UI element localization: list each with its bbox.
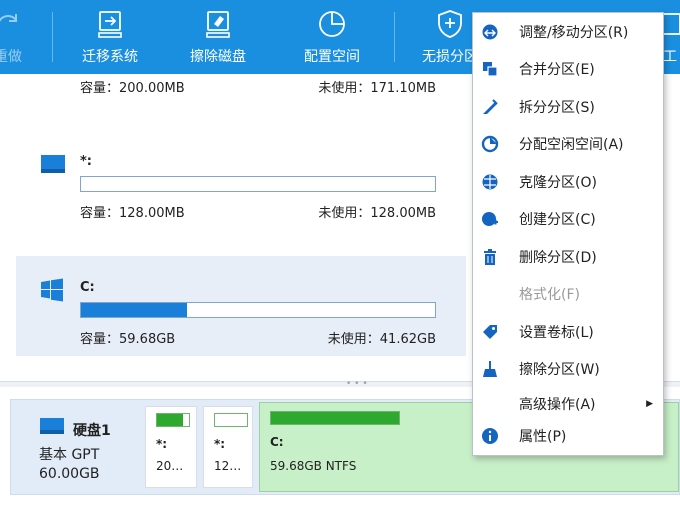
menu-item-clone[interactable]: 克隆分区(O) [473, 165, 663, 199]
menu-item-label: 高级操作(A) [519, 397, 596, 413]
hard-disk-icon [40, 418, 64, 434]
menu-item-label: 设置卷标(L) [519, 325, 594, 341]
menu-item-label: 分配空闲空间(A) [519, 137, 624, 153]
toolbar-separator [52, 12, 53, 62]
toolbar-separator [394, 12, 395, 62]
menu-item-advanced[interactable]: 高级操作(A) ▶ [473, 387, 663, 421]
windows-icon [41, 278, 63, 302]
lossless-partition-label: 无损分区 [422, 49, 478, 65]
menu-item-merge[interactable]: 合并分区(E) [473, 52, 663, 86]
redo-button[interactable]: 重做 [0, 0, 38, 74]
segment-usage-bar [214, 413, 248, 427]
broom-icon [483, 361, 497, 377]
wipe-disk-icon [206, 11, 230, 38]
menu-item-split[interactable]: 拆分分区(S) [473, 90, 663, 124]
partition-capacity: 容量：200.00MB [80, 81, 185, 96]
segment-size: 59.68GB NTFS [270, 459, 357, 473]
partition-card[interactable]: *: 容量：128.00MB 未使用：128.00MB [16, 130, 466, 230]
segment-name: *: [214, 437, 226, 451]
partition-free: 未使用：41.62GB [327, 332, 436, 347]
disk-segment[interactable]: *: 12… [203, 406, 253, 488]
menu-item-label: 擦除分区(W) [519, 362, 600, 378]
menu-item-resize-move[interactable]: 调整/移动分区(R) [473, 15, 663, 49]
wipe-disk-label: 擦除磁盘 [190, 49, 246, 65]
info-icon [482, 428, 498, 444]
migrate-os-label: 迁移系统 [82, 49, 138, 65]
merge-icon [483, 62, 498, 77]
menu-item-label: 属性(P) [519, 429, 567, 445]
menu-item-delete[interactable]: 删除分区(D) [473, 240, 663, 274]
submenu-arrow-icon: ▶ [646, 399, 653, 409]
disk-segment[interactable]: *: 20… [145, 406, 197, 488]
menu-item-wipe[interactable]: 擦除分区(W) [473, 352, 663, 386]
segment-usage-bar [270, 411, 400, 425]
segment-name: *: [156, 437, 168, 451]
disk-size: 60.00GB [39, 466, 100, 482]
disk-type: 基本 GPT [39, 447, 100, 463]
redo-label: 重做 [0, 49, 22, 65]
menu-item-label: 克隆分区(O) [519, 175, 597, 191]
allocate-space-label: 配置空间 [304, 49, 360, 65]
shield-icon [438, 10, 462, 38]
allocate-free-space-icon [481, 135, 499, 153]
segment-usage-fill [157, 414, 183, 426]
partition-free: 未使用：171.10MB [318, 81, 436, 96]
partition-usage-fill [81, 303, 188, 317]
migrate-os-button[interactable]: 迁移系统 [68, 0, 152, 74]
trash-icon [484, 249, 496, 265]
split-icon [483, 99, 498, 114]
create-partition-icon [482, 212, 498, 226]
tag-icon [483, 325, 497, 339]
redo-icon [0, 14, 17, 22]
menu-item-properties[interactable]: 属性(P) [473, 419, 663, 453]
segment-usage-fill [271, 412, 399, 424]
segment-size: 12… [214, 459, 242, 473]
segment-name: C: [270, 435, 284, 449]
menu-item-label: 格式化(F) [519, 287, 580, 303]
partition-capacity: 容量：59.68GB [80, 332, 176, 347]
menu-item-label: 删除分区(D) [519, 250, 597, 266]
partition-card-selected[interactable]: C: 容量：59.68GB 未使用：41.62GB [16, 256, 466, 356]
partition-usage-bar [80, 302, 436, 318]
disk-name: 硬盘1 [73, 423, 111, 439]
tools-label: 工 [663, 49, 677, 65]
partition-name: C: [80, 280, 95, 295]
menu-item-label: 创建分区(C) [519, 212, 596, 228]
partition-card[interactable]: 容量：200.00MB 未使用：171.10MB [16, 74, 466, 106]
menu-item-label: 调整/移动分区(R) [519, 25, 629, 41]
partition-context-menu: 调整/移动分区(R) 合并分区(E) 拆分分区(S) 分配空闲空间(A) 克隆分… [472, 12, 664, 456]
wipe-disk-button[interactable]: 擦除磁盘 [176, 0, 260, 74]
menu-item-allocate-free-space[interactable]: 分配空闲空间(A) [473, 127, 663, 161]
migrate-os-icon [98, 11, 122, 38]
partition-name: *: [80, 154, 92, 169]
partition-free: 未使用：128.00MB [318, 206, 436, 221]
drive-icon [41, 155, 65, 173]
partition-capacity: 容量：128.00MB [80, 206, 185, 221]
menu-item-format[interactable]: 格式化(F) [473, 277, 663, 311]
partition-usage-bar [80, 176, 436, 192]
segment-size: 20… [156, 459, 184, 473]
menu-item-label: 合并分区(E) [519, 62, 595, 78]
menu-item-set-label[interactable]: 设置卷标(L) [473, 315, 663, 349]
disk-info: 硬盘1 基本 GPT 60.00GB [11, 400, 143, 494]
clone-icon [482, 174, 498, 190]
menu-item-label: 拆分分区(S) [519, 100, 595, 116]
allocate-space-button[interactable]: 配置空间 [290, 0, 374, 74]
segment-usage-bar [156, 413, 190, 427]
allocate-space-icon [319, 11, 345, 37]
menu-item-create[interactable]: 创建分区(C) [473, 202, 663, 236]
resize-move-icon [482, 24, 498, 40]
